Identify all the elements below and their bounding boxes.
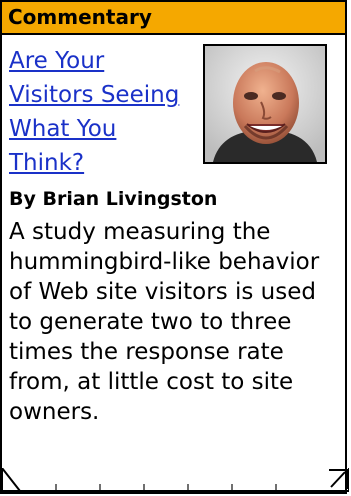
page-curl-footer xyxy=(1,467,350,492)
section-title: Commentary xyxy=(8,5,152,29)
commentary-card: Commentary Are Your Visitors Seeing What… xyxy=(0,0,350,494)
article-byline: By Brian Livingston xyxy=(9,188,218,210)
commentary-header: Commentary xyxy=(2,2,345,35)
article-headline-link[interactable]: Are Your Visitors Seeing What You Think? xyxy=(9,44,194,180)
article-summary: A study measuring the hummingbird-like b… xyxy=(9,219,320,425)
page-curl-icon xyxy=(1,467,350,492)
author-photo-icon[interactable] xyxy=(203,44,327,164)
author-photo-svg xyxy=(205,46,325,162)
